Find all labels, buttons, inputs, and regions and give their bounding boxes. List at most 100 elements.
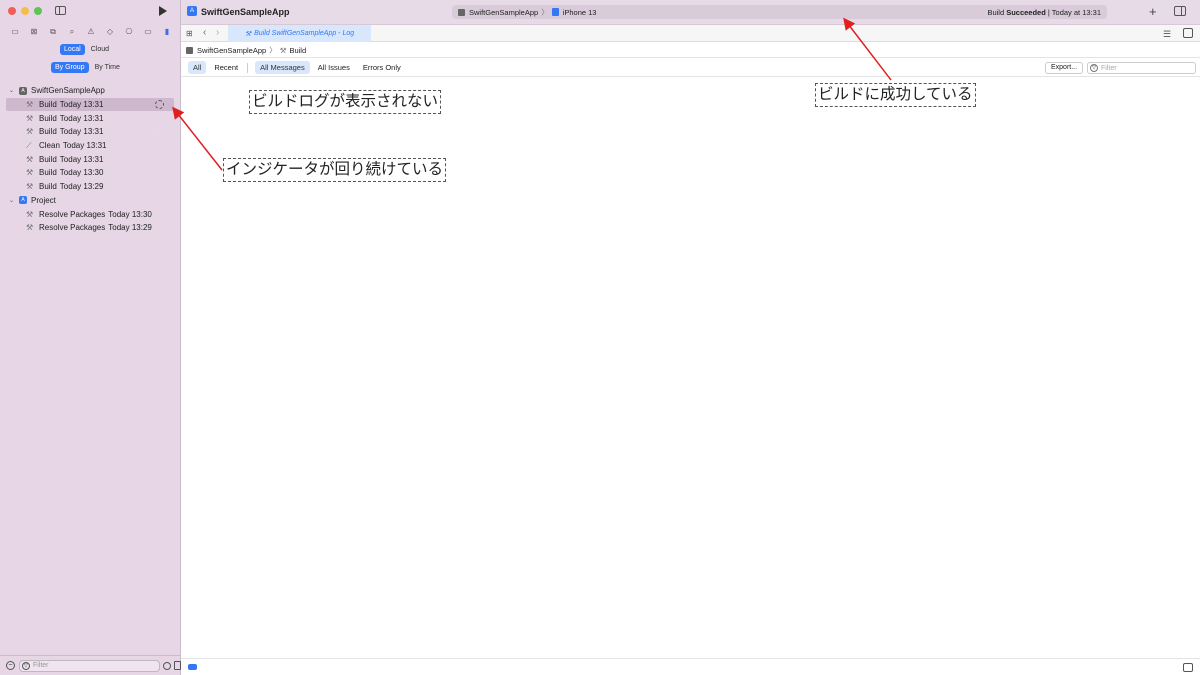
hammer-icon: ⚒ bbox=[26, 209, 34, 219]
report-action: Build bbox=[39, 154, 57, 164]
panel-toggle-icon[interactable] bbox=[1183, 663, 1193, 672]
minus-circle-icon[interactable]: − bbox=[6, 661, 15, 670]
report-tree: ⌄ A SwiftGenSampleApp ⚒ Build Today 13:3… bbox=[0, 84, 180, 235]
group-name: Project bbox=[31, 195, 56, 205]
minimize-window-button[interactable] bbox=[21, 7, 29, 15]
report-row[interactable]: ⚒ Build Today 13:29 bbox=[0, 180, 180, 194]
scheme-selector[interactable]: SwiftGenSampleApp 〉 iPhone 13 bbox=[458, 7, 596, 18]
report-row[interactable]: ⟋ Clean Today 13:31 bbox=[0, 139, 180, 153]
issue-icon[interactable]: ⚠ bbox=[84, 27, 98, 37]
breadcrumb-build[interactable]: Build bbox=[289, 46, 306, 55]
report-row[interactable]: ⚒ Build Today 13:31 bbox=[0, 111, 180, 125]
folder-icon[interactable]: ▭ bbox=[8, 27, 22, 37]
report-action: Build bbox=[39, 168, 57, 178]
sidebar-filter-input[interactable]: ▽ Filter bbox=[18, 659, 161, 672]
filter-all[interactable]: All bbox=[188, 61, 207, 74]
document-icon[interactable] bbox=[174, 661, 181, 670]
editor-tab-bar: ⊞ ‹ › ⚒ Build SwiftGenSampleApp - Log ☰ bbox=[181, 25, 1200, 42]
window-controls bbox=[8, 7, 42, 15]
debug-area-icon[interactable] bbox=[188, 664, 197, 670]
location-segmented-control: Local Cloud bbox=[60, 44, 113, 55]
hammer-icon: ⚒ bbox=[279, 45, 287, 55]
project-icon: A bbox=[19, 196, 27, 205]
group-row-swiftgensampleapp[interactable]: ⌄ A SwiftGenSampleApp bbox=[0, 84, 180, 98]
report-row[interactable]: ⚒ Build Today 13:31 bbox=[0, 125, 180, 139]
report-icon[interactable]: ▮ bbox=[160, 27, 174, 37]
app-icon: A bbox=[187, 6, 197, 16]
debug-bar bbox=[181, 658, 1200, 675]
status-time: | Today at 13:31 bbox=[1045, 7, 1101, 17]
report-time: Today 13:31 bbox=[59, 113, 104, 123]
tab-label: Build SwiftGenSampleApp - Log bbox=[254, 30, 355, 37]
report-time: Today 13:31 bbox=[62, 141, 107, 151]
sidebar-toggle-icon[interactable] bbox=[55, 6, 66, 15]
close-window-button[interactable] bbox=[8, 7, 16, 15]
chevron-right-icon[interactable]: › bbox=[216, 27, 219, 38]
report-action: Resolve Packages bbox=[39, 209, 106, 219]
navigator-sidebar: ▭ ⊠ ⧉ ⌕ ⚠ ◇ ⎔ ▭ ▮ Local Cloud By Group B… bbox=[0, 0, 181, 675]
arrow-to-spinner bbox=[172, 106, 223, 171]
report-row[interactable]: ⚒ Resolve Packages Today 13:29 bbox=[0, 221, 180, 235]
breadcrumb-project[interactable]: SwiftGenSampleApp bbox=[197, 46, 266, 55]
tab-cloud[interactable]: Cloud bbox=[87, 44, 113, 55]
split-editor-icon[interactable] bbox=[1183, 28, 1193, 38]
tab-by-group[interactable]: By Group bbox=[51, 62, 89, 73]
filter-icon: ▽ bbox=[21, 661, 30, 670]
log-filter-input[interactable]: ▽ Filter bbox=[1087, 62, 1196, 74]
debug-icon[interactable]: ⎔ bbox=[122, 27, 136, 37]
add-icon[interactable]: + bbox=[1149, 4, 1157, 19]
group-row-project[interactable]: ⌄ A Project bbox=[0, 194, 180, 208]
report-row[interactable]: ⚒ Resolve Packages Today 13:30 bbox=[0, 207, 180, 221]
hammer-icon: ⚒ bbox=[26, 100, 34, 110]
report-row[interactable]: ⚒ Build Today 13:31 bbox=[0, 152, 180, 166]
filter-placeholder: Filter bbox=[32, 662, 49, 669]
tab-build-log[interactable]: ⚒ Build SwiftGenSampleApp - Log bbox=[228, 25, 371, 42]
filter-errors-only[interactable]: Errors Only bbox=[358, 61, 406, 74]
filter-recent[interactable]: Recent bbox=[209, 61, 243, 74]
chevron-down-icon[interactable]: ⌄ bbox=[8, 87, 15, 94]
divider bbox=[247, 62, 249, 73]
group-name: SwiftGenSampleApp bbox=[31, 86, 105, 96]
annotation-spinner: インジケータが回り続けている bbox=[223, 158, 447, 182]
source-control-icon[interactable]: ⊠ bbox=[27, 27, 41, 37]
activity-viewer: SwiftGenSampleApp 〉 iPhone 13 Build Succ… bbox=[452, 5, 1107, 19]
clock-icon[interactable] bbox=[163, 661, 172, 670]
window-title: SwiftGenSampleApp bbox=[201, 7, 290, 17]
report-time: Today 13:29 bbox=[108, 223, 152, 233]
hammer-icon: ⚒ bbox=[26, 154, 34, 164]
zoom-window-button[interactable] bbox=[34, 7, 42, 15]
chevron-down-icon[interactable]: ⌄ bbox=[8, 197, 15, 204]
export-button[interactable]: Export... bbox=[1045, 62, 1084, 74]
hammer-icon: ⚒ bbox=[26, 182, 34, 192]
chevron-left-icon[interactable]: ‹ bbox=[203, 27, 206, 38]
symbol-icon[interactable]: ⧉ bbox=[46, 27, 60, 37]
inspector-toggle-icon[interactable] bbox=[1174, 6, 1186, 16]
report-row[interactable]: ⚒ Build Today 13:30 bbox=[0, 166, 180, 180]
tab-by-time[interactable]: By Time bbox=[91, 62, 124, 73]
find-icon[interactable]: ⌕ bbox=[65, 27, 79, 37]
app-project-icon: A bbox=[19, 86, 27, 95]
report-row[interactable]: ⚒ Build Today 13:31 bbox=[6, 97, 174, 112]
log-filter-placeholder: Filter bbox=[1101, 64, 1117, 72]
grid-icon[interactable]: ⊞ bbox=[186, 29, 193, 38]
log-filter-bar: All Recent All Messages All Issues Error… bbox=[181, 59, 1200, 77]
report-action: Build bbox=[39, 113, 57, 123]
lines-icon[interactable]: ☰ bbox=[1163, 29, 1171, 40]
report-time: Today 13:31 bbox=[59, 154, 104, 164]
run-icon[interactable] bbox=[159, 6, 167, 16]
hammer-icon: ⚒ bbox=[26, 168, 34, 178]
app-project-icon bbox=[186, 46, 193, 54]
tab-local[interactable]: Local bbox=[60, 44, 85, 55]
breakpoint-icon[interactable]: ▭ bbox=[141, 27, 155, 37]
window-toolbar: A SwiftGenSampleApp SwiftGenSampleApp 〉 … bbox=[181, 0, 1200, 25]
scheme-name: SwiftGenSampleApp bbox=[469, 7, 539, 17]
test-icon[interactable]: ◇ bbox=[103, 27, 117, 37]
scheme-icon bbox=[458, 8, 465, 16]
filter-all-messages[interactable]: All Messages bbox=[255, 61, 310, 74]
chevron-right-icon: 〉 bbox=[269, 45, 277, 55]
destination-name[interactable]: iPhone 13 bbox=[563, 8, 597, 17]
annotation-no-log: ビルドログが表示されない bbox=[249, 90, 442, 114]
phone-icon bbox=[551, 8, 559, 16]
filter-all-issues[interactable]: All Issues bbox=[313, 61, 355, 74]
filter-icon: ▽ bbox=[1090, 64, 1098, 72]
